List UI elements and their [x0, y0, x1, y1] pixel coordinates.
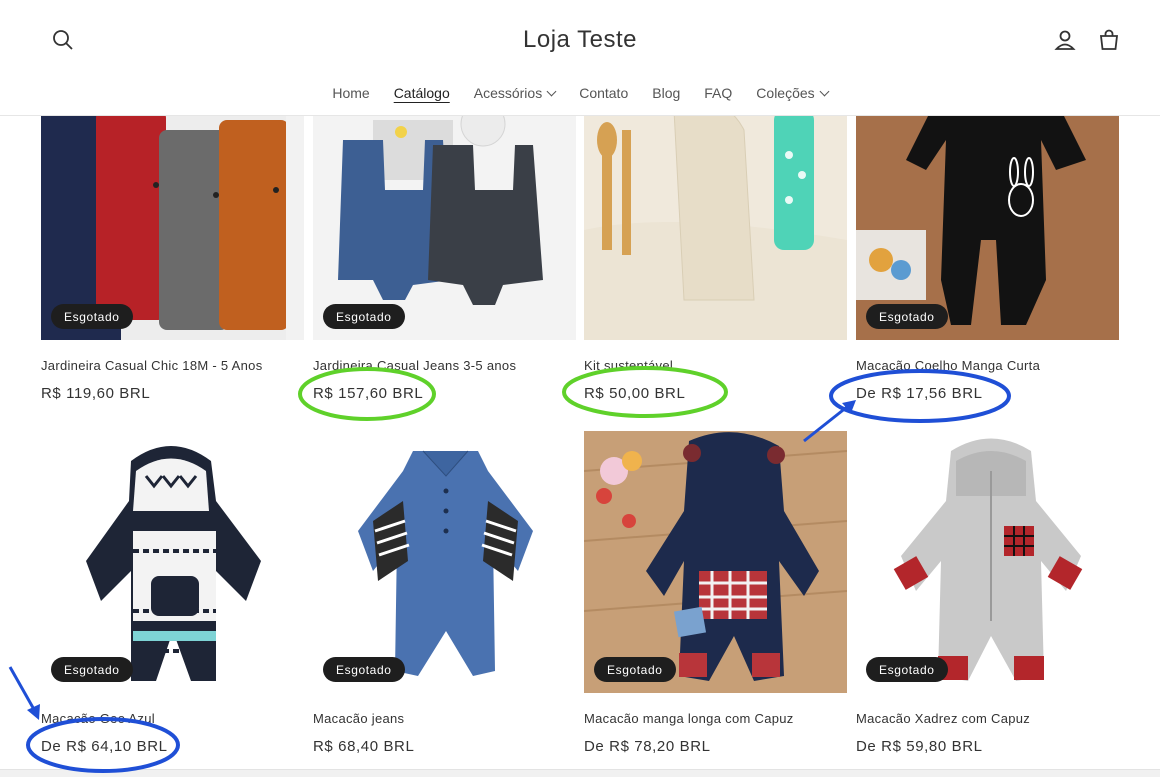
product-image[interactable]: Esgotado — [584, 431, 847, 693]
footer-divider — [0, 769, 1160, 777]
product-price: R$ 157,60 BRL — [313, 385, 424, 402]
sold-out-badge: Esgotado — [51, 657, 133, 682]
nav-label: Home — [332, 85, 370, 101]
chevron-down-icon — [819, 86, 830, 96]
nav-catalogo[interactable]: Catálogo — [394, 82, 450, 104]
product-title[interactable]: Jardineira Casual Chic 18M - 5 Anos — [41, 358, 263, 373]
sold-out-badge: Esgotado — [866, 657, 948, 682]
product-price: De R$ 78,20 BRL — [584, 738, 711, 755]
sold-out-badge: Esgotado — [51, 304, 133, 329]
nav-faq[interactable]: FAQ — [704, 82, 732, 104]
product-image[interactable]: Esgotado — [313, 431, 576, 693]
product-price: De R$ 59,80 BRL — [856, 738, 983, 755]
product-image[interactable]: Esgotado — [41, 431, 304, 693]
product-image[interactable]: Esgotado — [856, 100, 1119, 340]
store-title[interactable]: Loja Teste — [0, 26, 1160, 54]
chevron-down-icon — [546, 86, 557, 96]
product-image[interactable]: Esgotado — [313, 100, 576, 340]
nav-label: FAQ — [704, 85, 733, 101]
product-image[interactable] — [584, 100, 847, 340]
user-icon[interactable] — [1051, 26, 1079, 54]
product-price: De R$ 17,56 BRL — [856, 385, 983, 402]
product-title[interactable]: Macacão Xadrez com Capuz — [856, 711, 1030, 726]
product-image[interactable]: Esgotado — [41, 100, 304, 340]
product-price: R$ 50,00 BRL — [584, 385, 686, 402]
product-title[interactable]: Macacão Geo Azul — [41, 711, 155, 726]
main-nav: Home Catálogo Acessórios Contato Blog FA… — [0, 82, 1160, 104]
nav-label: Coleções — [756, 85, 815, 101]
product-image[interactable]: Esgotado — [856, 431, 1119, 693]
product-title[interactable]: Jardineira Casual Jeans 3-5 anos — [313, 358, 516, 373]
product-price: De R$ 64,10 BRL — [41, 738, 168, 755]
nav-label: Acessórios — [473, 85, 543, 101]
product-title[interactable]: Macacão Coelho Manga Curta — [856, 358, 1040, 373]
nav-colecoes[interactable]: Coleções — [756, 82, 830, 104]
nav-label: Blog — [652, 85, 681, 101]
product-title[interactable]: Macacão manga longa com Capuz — [584, 711, 794, 726]
nav-contato[interactable]: Contato — [579, 82, 628, 104]
product-price: R$ 119,60 BRL — [41, 385, 151, 402]
nav-acessorios[interactable]: Acessórios — [473, 82, 557, 104]
nav-label: Contato — [579, 85, 629, 101]
product-price: R$ 68,40 BRL — [313, 738, 415, 755]
arrow-icon — [8, 666, 40, 720]
sold-out-badge: Esgotado — [323, 304, 405, 329]
sold-out-badge: Esgotado — [866, 304, 948, 329]
nav-home[interactable]: Home — [332, 82, 369, 104]
cart-icon[interactable] — [1095, 26, 1123, 54]
sold-out-badge: Esgotado — [323, 657, 405, 682]
site-header: Loja Teste Home Catálogo Acessórios Cont… — [0, 0, 1160, 116]
nav-blog[interactable]: Blog — [652, 82, 680, 104]
sold-out-badge: Esgotado — [594, 657, 676, 682]
nav-label: Catálogo — [393, 85, 450, 101]
product-title[interactable]: Macacão jeans — [313, 711, 404, 726]
product-title[interactable]: Kit sustentável — [584, 358, 673, 373]
